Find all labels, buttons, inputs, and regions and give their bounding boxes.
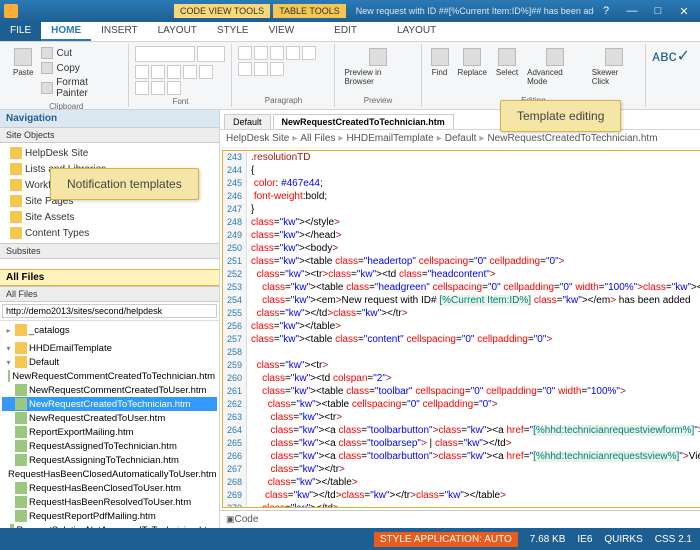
tab-style[interactable]: STYLE xyxy=(207,22,259,41)
crumb-item[interactable]: All Files xyxy=(300,133,335,144)
tree-node[interactable]: ReportExportMailing.htm xyxy=(2,425,217,439)
app-icon xyxy=(4,4,18,18)
ribbon-tabs: FILE HOME INSERT LAYOUT STYLE VIEW EDIT … xyxy=(0,22,700,42)
tab-layout[interactable]: LAYOUT xyxy=(148,22,207,41)
font-color-button[interactable] xyxy=(167,81,181,95)
copy-button[interactable]: Copy xyxy=(39,61,122,75)
tab-edit[interactable]: EDIT xyxy=(324,22,367,41)
tree-node[interactable]: RequestHasBeenClosedAutomaticallyToUser.… xyxy=(2,467,217,481)
tree-node[interactable]: RequestReportPdfMailing.htm xyxy=(2,509,217,523)
crumb-item[interactable]: Default xyxy=(445,133,477,144)
ribbon-font: Font xyxy=(129,44,232,107)
align-center-button[interactable] xyxy=(238,62,252,76)
advanced-mode-button[interactable]: Advanced Mode xyxy=(524,46,586,88)
ribbon-editing: Find Replace Select Advanced Mode Skewer… xyxy=(422,44,647,107)
ribbon-clipboard: Paste Cut Copy Format Painter Clipboard xyxy=(4,44,129,107)
font-size-select[interactable] xyxy=(197,46,225,62)
crumb-item[interactable]: HHDEmailTemplate xyxy=(346,133,433,144)
find-button[interactable]: Find xyxy=(428,46,452,79)
paste-button[interactable]: Paste xyxy=(10,46,36,79)
breadcrumb: HelpDesk Site▸All Files▸HHDEmailTemplate… xyxy=(220,130,700,148)
tree-node[interactable]: NewRequestCommentCreatedToUser.htm xyxy=(2,383,217,397)
help-icon[interactable]: ? xyxy=(594,4,618,18)
bold-button[interactable] xyxy=(135,65,149,79)
preview-button[interactable]: Preview in Browser xyxy=(341,46,414,88)
bullets-button[interactable] xyxy=(238,46,252,60)
replace-button[interactable]: Replace xyxy=(455,46,490,79)
site-object-item[interactable]: Content Types xyxy=(8,225,215,241)
align-right-button[interactable] xyxy=(254,62,268,76)
status-style: STYLE APPLICATION: AUTO xyxy=(374,532,518,547)
minimize-icon[interactable]: — xyxy=(620,4,644,18)
tab-insert[interactable]: INSERT xyxy=(91,22,148,41)
site-object-item[interactable]: Site Assets xyxy=(8,209,215,225)
callout-templates: Notification templates xyxy=(50,168,199,200)
strike-button[interactable] xyxy=(183,65,197,79)
titlebar: CODE VIEW TOOLS TABLE TOOLS New request … xyxy=(0,0,700,22)
tab-home[interactable]: HOME xyxy=(41,22,91,41)
code-editor[interactable]: 2432442452462472482492502512522532542552… xyxy=(222,150,700,508)
status-css: CSS 2.1 xyxy=(655,534,692,545)
editor-tab-default[interactable]: Default xyxy=(224,114,271,129)
nav-header: Navigation xyxy=(0,110,219,127)
tab-layout2[interactable]: LAYOUT xyxy=(387,22,446,41)
tab-view[interactable]: VIEW xyxy=(259,22,305,41)
tree-node[interactable]: RequestHasBeenResolvedToUser.htm xyxy=(2,495,217,509)
view-switcher[interactable]: ▣ Code xyxy=(220,510,700,528)
highlight-button[interactable] xyxy=(151,81,165,95)
maximize-icon[interactable]: □ xyxy=(646,4,670,18)
tree-node[interactable]: NewRequestCommentCreatedToTechnician.htm xyxy=(2,369,217,383)
editor-tab-file[interactable]: NewRequestCreatedToTechnician.htm xyxy=(273,114,454,129)
tree-node[interactable]: ▾Default xyxy=(2,355,217,369)
subsites-header[interactable]: Subsites xyxy=(0,243,219,259)
cut-button[interactable]: Cut xyxy=(39,46,122,60)
url-input[interactable] xyxy=(2,304,217,318)
all-files-section: All Files xyxy=(0,286,219,302)
superscript-button[interactable] xyxy=(135,81,149,95)
justify-button[interactable] xyxy=(270,62,284,76)
window-title: New request with ID ##[%Current Item:ID%… xyxy=(356,6,594,16)
crumb-item[interactable]: NewRequestCreatedToTechnician.htm xyxy=(487,133,657,144)
tree-node[interactable]: RequestSolutionNotApprovedToTechnician.h… xyxy=(2,523,217,528)
all-files-header[interactable]: All Files xyxy=(0,269,219,286)
ribbon-preview: Preview in Browser Preview xyxy=(335,44,421,107)
file-tree: ▸_catalogs▾HHDEmailTemplate▾DefaultNewRe… xyxy=(0,321,219,528)
callout-editing: Template editing xyxy=(500,100,621,132)
underline-button[interactable] xyxy=(167,65,181,79)
tab-file[interactable]: FILE xyxy=(0,22,41,41)
status-browser: IE6 xyxy=(577,534,592,545)
align-left-button[interactable] xyxy=(302,46,316,60)
skewer-click-button[interactable]: Skewer Click xyxy=(589,46,639,88)
subscript-button[interactable] xyxy=(199,65,213,79)
tree-node[interactable]: RequestAssigningToTechnician.htm xyxy=(2,453,217,467)
numbering-button[interactable] xyxy=(254,46,268,60)
status-mode: QUIRKS xyxy=(604,534,642,545)
ctx-tabletools[interactable]: TABLE TOOLS xyxy=(273,4,346,18)
tree-node[interactable]: NewRequestCreatedToUser.htm xyxy=(2,411,217,425)
ribbon-paragraph: Paragraph xyxy=(232,44,335,107)
format-painter-button[interactable]: Format Painter xyxy=(39,76,122,100)
ctx-codeview[interactable]: CODE VIEW TOOLS xyxy=(174,4,270,18)
outdent-button[interactable] xyxy=(270,46,284,60)
indent-button[interactable] xyxy=(286,46,300,60)
editor-area: Default NewRequestCreatedToTechnician.ht… xyxy=(220,110,700,528)
tree-node[interactable]: RequestAssignedToTechnician.htm xyxy=(2,439,217,453)
context-tab-group: CODE VIEW TOOLS TABLE TOOLS xyxy=(174,4,346,18)
status-size: 7.68 KB xyxy=(530,534,566,545)
site-objects-header[interactable]: Site Objects xyxy=(0,127,219,143)
select-button[interactable]: Select xyxy=(493,46,521,79)
font-family-select[interactable] xyxy=(135,46,195,62)
italic-button[interactable] xyxy=(151,65,165,79)
tree-node[interactable]: ▾HHDEmailTemplate xyxy=(2,341,217,355)
tree-node[interactable]: ▸_catalogs xyxy=(2,323,217,337)
crumb-item[interactable]: HelpDesk Site xyxy=(226,133,289,144)
tree-node[interactable]: RequestHasBeenClosedToUser.htm xyxy=(2,481,217,495)
site-object-item[interactable]: HelpDesk Site xyxy=(8,145,215,161)
tree-node[interactable]: NewRequestCreatedToTechnician.htm xyxy=(2,397,217,411)
line-gutter: 2432442452462472482492502512522532542552… xyxy=(223,151,247,507)
status-bar: STYLE APPLICATION: AUTO 7.68 KB IE6 QUIR… xyxy=(0,528,700,550)
close-icon[interactable]: ✕ xyxy=(672,4,696,18)
